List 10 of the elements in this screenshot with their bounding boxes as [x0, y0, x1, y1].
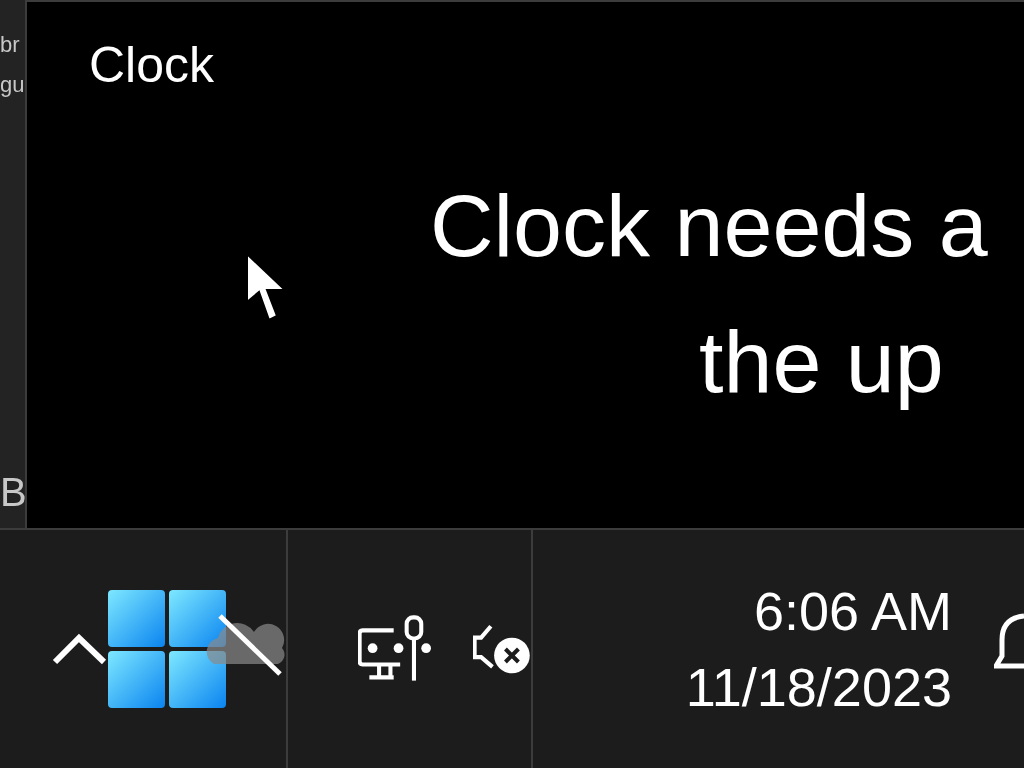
window-text: br [0, 31, 21, 59]
clock-date[interactable]: 11/18/2023 [685, 649, 952, 725]
cloud-off-icon[interactable] [204, 612, 286, 676]
window-text: B [0, 469, 25, 516]
window-title: Clock [89, 40, 215, 90]
window-text: gu [0, 71, 25, 99]
clock-time[interactable]: 6:06 AM [753, 573, 952, 649]
message-text: Clock needs a [430, 182, 988, 270]
chevron-up-icon[interactable] [52, 632, 108, 666]
windows-logo-icon[interactable] [108, 590, 226, 708]
